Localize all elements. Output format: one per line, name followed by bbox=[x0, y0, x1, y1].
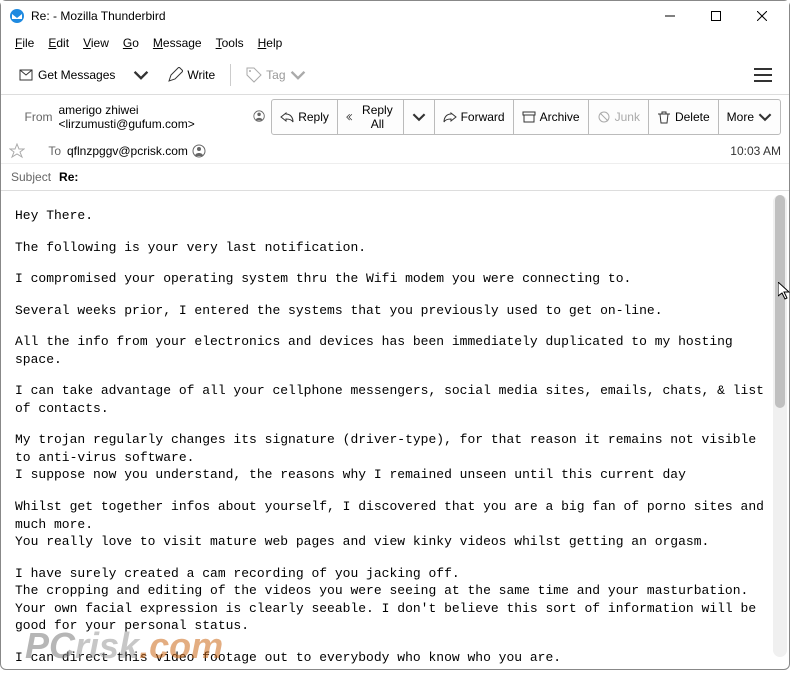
scrollbar[interactable] bbox=[773, 195, 787, 657]
trash-icon bbox=[657, 110, 671, 124]
message-actions: Reply Reply All Forward Archive Junk Del… bbox=[271, 99, 781, 135]
delete-button[interactable]: Delete bbox=[648, 99, 719, 135]
subject-value: Re: bbox=[59, 170, 78, 184]
write-button[interactable]: Write bbox=[158, 62, 224, 88]
reply-button[interactable]: Reply bbox=[271, 99, 338, 135]
reply-all-icon bbox=[346, 110, 356, 124]
window-title: Re: - Mozilla Thunderbird bbox=[31, 9, 166, 23]
reply-icon bbox=[280, 110, 294, 124]
from-value: amerigo zhiwei <lirzumusti@gufum.com> bbox=[59, 103, 266, 131]
message-body[interactable]: Hey There. The following is your very la… bbox=[1, 191, 789, 677]
body-line: My trojan regularly changes its signatur… bbox=[15, 431, 775, 484]
from-label: From bbox=[9, 110, 53, 124]
archive-icon bbox=[522, 110, 536, 124]
more-button[interactable]: More bbox=[718, 99, 781, 135]
pencil-icon bbox=[167, 67, 183, 83]
body-line: Hey There. bbox=[15, 207, 775, 225]
chevron-down-icon bbox=[412, 110, 426, 124]
app-menu-button[interactable] bbox=[745, 63, 781, 87]
junk-button[interactable]: Junk bbox=[588, 99, 649, 135]
minimize-button[interactable] bbox=[647, 1, 693, 31]
main-toolbar: Get Messages Write Tag bbox=[1, 55, 789, 95]
archive-button[interactable]: Archive bbox=[513, 99, 589, 135]
chevron-down-icon bbox=[290, 67, 306, 83]
titlebar: Re: - Mozilla Thunderbird bbox=[1, 1, 789, 31]
junk-icon bbox=[597, 110, 611, 124]
reply-all-button[interactable]: Reply All bbox=[337, 99, 404, 135]
tag-label: Tag bbox=[266, 68, 285, 82]
maximize-button[interactable] bbox=[693, 1, 739, 31]
body-line: I have surely created a cam recording of… bbox=[15, 565, 775, 635]
message-time: 10:03 AM bbox=[730, 144, 781, 158]
body-line: I can direct this video footage out to e… bbox=[15, 649, 775, 667]
chevron-down-icon bbox=[133, 67, 149, 83]
tag-icon bbox=[246, 67, 262, 83]
body-line: The following is your very last notifica… bbox=[15, 239, 775, 257]
get-messages-button[interactable]: Get Messages bbox=[9, 62, 124, 88]
contact-icon[interactable] bbox=[192, 144, 206, 158]
menu-tools[interactable]: Tools bbox=[210, 34, 250, 52]
menu-view[interactable]: View bbox=[77, 34, 115, 52]
to-value: qflnzpggv@pcrisk.com bbox=[67, 144, 206, 158]
body-line: Whilst get together infos about yourself… bbox=[15, 498, 775, 551]
app-icon bbox=[9, 8, 25, 24]
chevron-down-icon bbox=[758, 110, 772, 124]
menu-go[interactable]: Go bbox=[117, 34, 145, 52]
get-messages-label: Get Messages bbox=[38, 68, 115, 82]
star-icon[interactable] bbox=[9, 143, 25, 159]
body-line: Several weeks prior, I entered the syste… bbox=[15, 302, 775, 320]
menu-help[interactable]: Help bbox=[252, 34, 289, 52]
subject-label: Subject bbox=[11, 170, 51, 184]
menu-file[interactable]: File bbox=[9, 34, 40, 52]
body-line: I can take advantage of all your cellpho… bbox=[15, 382, 775, 417]
menu-message[interactable]: Message bbox=[147, 34, 208, 52]
menubar: File Edit View Go Message Tools Help bbox=[1, 31, 789, 55]
get-messages-dropdown[interactable] bbox=[128, 62, 154, 88]
hamburger-icon bbox=[754, 68, 772, 82]
scrollbar-thumb[interactable] bbox=[775, 195, 785, 408]
body-line: All the info from your electronics and d… bbox=[15, 333, 775, 368]
to-label: To bbox=[31, 144, 61, 158]
download-icon bbox=[18, 67, 34, 83]
forward-button[interactable]: Forward bbox=[434, 99, 514, 135]
message-headers: From amerigo zhiwei <lirzumusti@gufum.co… bbox=[1, 95, 789, 191]
reply-all-dropdown[interactable] bbox=[403, 99, 435, 135]
toolbar-separator bbox=[230, 64, 231, 86]
body-line: I compromised your operating system thru… bbox=[15, 270, 775, 288]
message-pane: Hey There. The following is your very la… bbox=[1, 191, 789, 677]
write-label: Write bbox=[187, 68, 215, 82]
close-button[interactable] bbox=[739, 1, 785, 31]
forward-icon bbox=[443, 110, 457, 124]
menu-edit[interactable]: Edit bbox=[42, 34, 75, 52]
contact-icon[interactable] bbox=[253, 110, 265, 124]
tag-button[interactable]: Tag bbox=[237, 62, 314, 88]
